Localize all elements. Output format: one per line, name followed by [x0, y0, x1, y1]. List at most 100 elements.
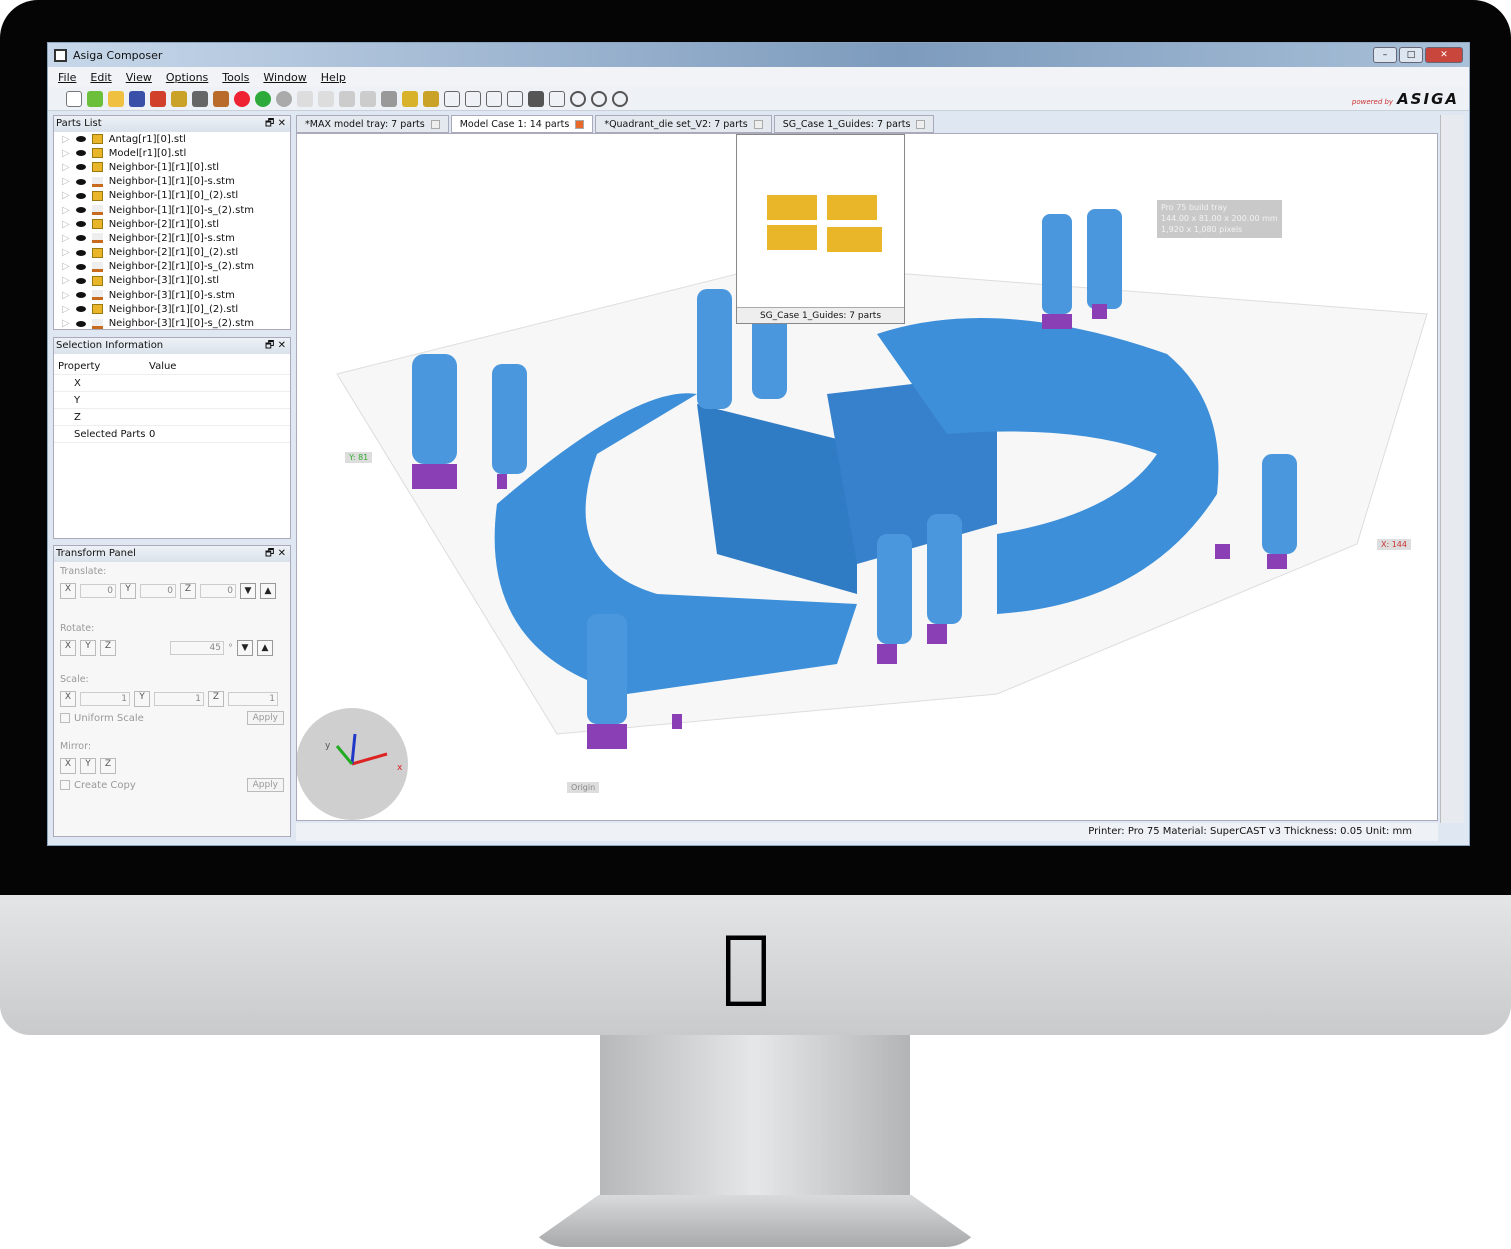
decrease-button[interactable]: ▼ [237, 640, 253, 656]
tab-close-icon[interactable] [575, 119, 585, 129]
expand-icon[interactable]: ▷ [62, 247, 70, 258]
zoom-fit-icon[interactable] [570, 90, 586, 107]
panel-float-close-icons[interactable]: 🗗 ✕ [265, 546, 286, 562]
visibility-eye-icon[interactable] [75, 207, 86, 214]
open-icon[interactable] [108, 90, 124, 107]
supports-icon[interactable] [171, 90, 187, 107]
perspective-icon[interactable] [549, 90, 565, 107]
visibility-eye-icon[interactable] [75, 164, 86, 171]
slice-icon[interactable] [150, 90, 166, 107]
part-list-item[interactable]: ▷ Antag[r1][0].stl [54, 132, 290, 146]
visibility-eye-icon[interactable] [75, 192, 86, 199]
rotate-y-icon[interactable]: Y [80, 640, 96, 656]
rotate-angle-field[interactable]: 45 [170, 641, 224, 655]
translate-x-field[interactable]: 0 [80, 584, 116, 598]
property-row[interactable]: X [54, 375, 290, 392]
create-copy-checkbox[interactable] [60, 780, 70, 790]
stop-icon[interactable] [276, 90, 292, 107]
property-row[interactable]: Y [54, 392, 290, 409]
scale-x-field[interactable]: 1 [80, 692, 130, 706]
decrease-button[interactable]: ▼ [240, 583, 256, 599]
part-list-item[interactable]: ▷ Neighbor-[1][r1][0].stl [54, 160, 290, 174]
tab[interactable]: Model Case 1: 14 parts [450, 115, 594, 133]
increase-button[interactable]: ▲ [260, 583, 276, 599]
layers-icon[interactable] [192, 90, 208, 107]
tab-close-icon[interactable] [753, 119, 763, 129]
maximize-button[interactable]: □ [1399, 47, 1423, 63]
visibility-eye-icon[interactable] [75, 178, 86, 185]
expand-icon[interactable]: ▷ [62, 205, 70, 216]
increase-button[interactable]: ▲ [257, 640, 273, 656]
visibility-eye-icon[interactable] [75, 221, 86, 228]
arrange-icon[interactable] [381, 90, 397, 107]
new-icon[interactable] [66, 90, 82, 107]
expand-icon[interactable]: ▷ [62, 290, 70, 301]
copy-icon[interactable] [360, 90, 376, 107]
zoom-out-icon[interactable] [612, 90, 628, 107]
close-button[interactable]: ✕ [1425, 47, 1463, 63]
tab-preview-thumbnail[interactable]: SG_Case 1_Guides: 7 parts [736, 134, 905, 324]
tab-close-icon[interactable] [916, 119, 926, 129]
part-list-item[interactable]: ▷ Neighbor-[3][r1][0]-s_(2).stm [54, 316, 290, 330]
part-list-item[interactable]: ▷ Neighbor-[3][r1][0]_(2).stl [54, 302, 290, 316]
expand-icon[interactable]: ▷ [62, 275, 70, 286]
view-front-icon[interactable] [465, 90, 481, 107]
visibility-eye-icon[interactable] [75, 136, 86, 143]
translate-y-field[interactable]: 0 [140, 584, 176, 598]
panel-float-close-icons[interactable]: 🗗 ✕ [265, 116, 286, 132]
scale-y-field[interactable]: 1 [154, 692, 204, 706]
minimize-button[interactable]: – [1373, 47, 1397, 63]
viewport-side-toolbar[interactable] [1440, 115, 1464, 823]
zoom-in-icon[interactable] [591, 90, 607, 107]
redo-icon[interactable] [318, 90, 334, 107]
expand-icon[interactable]: ▷ [62, 176, 70, 187]
part-list-item[interactable]: ▷ Neighbor-[3][r1][0].stl [54, 274, 290, 288]
menu-window[interactable]: Window [263, 71, 306, 84]
tab[interactable]: SG_Case 1_Guides: 7 parts [773, 115, 935, 133]
property-row[interactable]: Z [54, 409, 290, 426]
play-icon[interactable] [255, 90, 271, 107]
measure-icon[interactable] [423, 90, 439, 107]
visibility-eye-icon[interactable] [75, 263, 86, 270]
visibility-eye-icon[interactable] [75, 306, 86, 313]
property-row[interactable]: Selected Parts 0 [54, 426, 290, 443]
tab[interactable]: *MAX model tray: 7 parts [296, 115, 449, 133]
part-list-item[interactable]: ▷ Neighbor-[2][r1][0].stl [54, 217, 290, 231]
menu-view[interactable]: View [126, 71, 152, 84]
visibility-eye-icon[interactable] [75, 292, 86, 299]
expand-icon[interactable]: ▷ [62, 148, 70, 159]
tab-close-icon[interactable] [430, 119, 440, 129]
add-part-icon[interactable] [87, 90, 103, 107]
visibility-eye-icon[interactable] [75, 277, 86, 284]
part-list-item[interactable]: ▷ Neighbor-[3][r1][0]-s.stm [54, 288, 290, 302]
build-icon[interactable] [213, 90, 229, 107]
auto-place-icon[interactable] [402, 90, 418, 107]
expand-icon[interactable]: ▷ [62, 261, 70, 272]
mirror-y-icon[interactable]: Y [80, 758, 96, 774]
expand-icon[interactable]: ▷ [62, 190, 70, 201]
save-icon[interactable] [129, 90, 145, 107]
part-list-item[interactable]: ▷ Model[r1][0].stl [54, 146, 290, 160]
part-list-item[interactable]: ▷ Neighbor-[2][r1][0]-s.stm [54, 231, 290, 245]
expand-icon[interactable]: ▷ [62, 318, 70, 329]
part-list-item[interactable]: ▷ Neighbor-[1][r1][0]-s_(2).stm [54, 203, 290, 217]
rotate-z-icon[interactable]: Z [100, 640, 116, 656]
menu-help[interactable]: Help [321, 71, 346, 84]
uniform-scale-checkbox[interactable] [60, 713, 70, 723]
mirror-z-icon[interactable]: Z [100, 758, 116, 774]
menu-file[interactable]: File [58, 71, 76, 84]
translate-z-field[interactable]: 0 [200, 584, 236, 598]
delete-icon[interactable] [339, 90, 355, 107]
scale-z-field[interactable]: 1 [228, 692, 278, 706]
tab[interactable]: *Quadrant_die set_V2: 7 parts [595, 115, 772, 133]
3d-viewport[interactable]: x y SG_Case 1_Guides: 7 parts Pro 75 bui… [296, 133, 1438, 821]
expand-icon[interactable]: ▷ [62, 219, 70, 230]
mirror-x-icon[interactable]: X [60, 758, 76, 774]
visibility-eye-icon[interactable] [75, 150, 86, 157]
scale-apply-button[interactable]: Apply [246, 711, 284, 725]
part-list-item[interactable]: ▷ Neighbor-[2][r1][0]-s_(2).stm [54, 260, 290, 274]
view-top-icon[interactable] [507, 90, 523, 107]
part-list-item[interactable]: ▷ Neighbor-[1][r1][0]_(2).stl [54, 189, 290, 203]
menu-options[interactable]: Options [166, 71, 208, 84]
panel-float-close-icons[interactable]: 🗗 ✕ [265, 338, 286, 354]
